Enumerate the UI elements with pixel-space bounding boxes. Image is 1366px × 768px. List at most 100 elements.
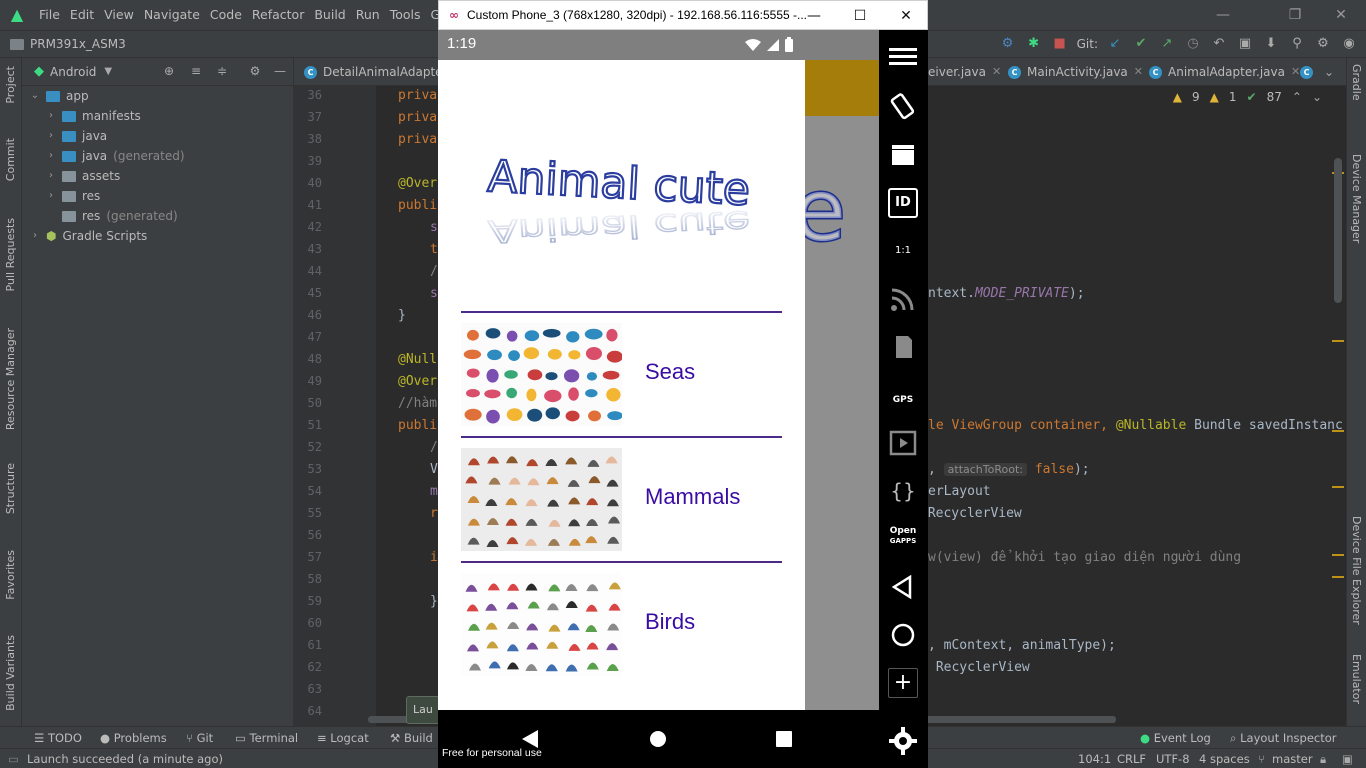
tab-overflow-icon[interactable]: C [1300,58,1313,86]
vertical-scrollbar[interactable] [1334,158,1342,303]
status-message[interactable]: Launch succeeded (a minute ago) [27,749,223,768]
rotate-icon[interactable] [888,92,918,122]
code-icon[interactable]: {} [888,476,918,506]
close-icon[interactable]: ✕ [1291,58,1300,86]
category-item-seas[interactable]: Seas [461,323,782,426]
category-item-mammals[interactable]: Mammals [461,448,782,551]
chevron-right-icon[interactable]: › [30,226,40,246]
menu-view[interactable]: View [99,0,139,30]
tab-terminal[interactable]: ▭ Terminal [235,727,298,749]
tab-commit[interactable]: Commit [4,138,17,181]
back-icon[interactable] [888,572,918,602]
chevron-right-icon[interactable]: › [46,126,56,146]
tab-detail-animal-adapter[interactable]: C DetailAnimalAdapter.j [304,58,454,86]
locate-icon[interactable]: ⊕ [162,64,176,78]
debug-icon[interactable]: ✱ [1025,35,1043,53]
tree-item-res[interactable]: › res [46,186,100,206]
stop-icon[interactable]: ■ [1051,35,1069,53]
tab-structure[interactable]: Structure [4,463,17,514]
chevron-up-icon[interactable]: ⌃ [1292,90,1302,104]
ide-minimize-button[interactable]: — [1200,0,1246,30]
tab-build-variants[interactable]: Build Variants [4,635,17,711]
close-icon[interactable]: ✕ [992,58,1001,86]
chevron-right-icon[interactable]: › [46,166,56,186]
device-id-icon[interactable]: ID [888,188,918,218]
tab-resource-manager[interactable]: Resource Manager [4,328,17,430]
emulator-maximize-button[interactable]: ☐ [837,1,883,31]
rollback-icon[interactable]: ↶ [1210,35,1228,53]
emulator-close-button[interactable]: ✕ [883,1,929,31]
ide-restore-button[interactable]: ❐ [1272,0,1318,30]
tab-favorites[interactable]: Favorites [4,550,17,600]
ide-close-button[interactable]: ✕ [1318,0,1364,30]
emulator-minimize-button[interactable]: — [791,1,837,31]
record-icon[interactable] [888,428,918,458]
category-item-birds[interactable]: Birds [461,573,782,676]
tab-problems[interactable]: ● Problems [100,727,167,749]
sdk-manager-icon[interactable]: ⬇ [1262,35,1280,53]
menu-tools[interactable]: Tools [385,0,426,30]
tab-main-activity[interactable]: C MainActivity.java ✕ [1008,58,1143,86]
tree-item-app[interactable]: ⌄ app [30,86,89,106]
chevron-right-icon[interactable]: › [46,106,56,126]
menu-icon[interactable] [888,42,918,72]
home-icon[interactable] [888,620,918,650]
recents-icon[interactable] [775,730,793,748]
tab-event-log[interactable]: ● Event Log [1140,727,1211,749]
tab-todo[interactable]: ☰ TODO [34,727,82,749]
tab-build[interactable]: ⚒ Build [390,727,433,749]
collapse-all-icon[interactable]: ≑ [215,64,229,78]
tree-item-gradle-scripts[interactable]: › ⬢ Gradle Scripts [30,226,147,246]
add-icon[interactable]: + [888,668,918,698]
lock-icon[interactable]: 🔒︎ [1320,749,1326,768]
git-update-icon[interactable]: ↙ [1106,35,1124,53]
expand-all-icon[interactable]: ≡ [189,64,203,78]
profile-icon[interactable]: ◉ [1340,35,1358,53]
history-icon[interactable]: ◷ [1184,35,1202,53]
menu-file[interactable]: File [34,0,65,30]
screenshot-icon[interactable] [888,140,918,170]
settings-icon[interactable] [888,726,918,756]
line-separator[interactable]: CRLF [1117,749,1146,768]
menu-refactor[interactable]: Refactor [247,0,309,30]
chevron-down-icon[interactable]: ⌄ [1324,58,1334,86]
back-icon[interactable] [520,729,540,749]
tree-item-res-generated[interactable]: res (generated) [46,206,178,226]
menu-edit[interactable]: Edit [65,0,99,30]
open-gapps-icon[interactable]: Open GAPPS [888,526,918,556]
project-view-selector[interactable]: Android [50,65,96,79]
breadcrumb[interactable]: PRM391x_ASM3 [10,37,126,51]
tab-device-manager[interactable]: Device Manager [1350,154,1363,243]
attach-debugger-icon[interactable]: ⚙ [999,35,1017,53]
menu-navigate[interactable]: Navigate [139,0,205,30]
caret-position[interactable]: 104:1 [1078,749,1111,768]
chevron-right-icon[interactable]: › [46,186,56,206]
chevron-down-icon[interactable]: ⌄ [1312,90,1322,104]
file-encoding[interactable]: UTF-8 [1156,749,1190,768]
close-icon[interactable]: ✕ [1134,58,1143,86]
memory-icon[interactable]: ▣ [1342,749,1353,768]
tab-emulator[interactable]: Emulator [1350,654,1363,704]
sim-icon[interactable] [888,332,918,362]
git-branch[interactable]: master [1272,749,1313,768]
gps-icon[interactable]: GPS [888,380,918,410]
inspection-widget[interactable]: ▲ 9 ▲ 1 ✔ 87 ⌃ ⌄ [1173,90,1322,104]
menu-run[interactable]: Run [351,0,385,30]
tab-pull-requests[interactable]: Pull Requests [4,218,17,291]
cast-icon[interactable] [888,284,918,314]
chevron-down-icon[interactable]: ▼ [104,66,112,77]
tree-item-java-generated[interactable]: › java (generated) [46,146,185,166]
hide-icon[interactable]: — [273,64,287,78]
chevron-down-icon[interactable]: ⌄ [30,86,40,106]
one-to-one-icon[interactable]: 1:1 [888,236,918,266]
tab-logcat[interactable]: ≡ Logcat [317,727,369,749]
tab-receiver[interactable]: eiver.java ✕ [928,58,1001,86]
tree-item-assets[interactable]: › assets [46,166,120,186]
tab-layout-inspector[interactable]: ⌕ Layout Inspector [1230,727,1337,749]
gear-icon[interactable]: ⚙ [248,64,262,78]
tab-git[interactable]: ⑂ Git [186,727,213,749]
tab-gradle[interactable]: Gradle [1350,64,1363,101]
chevron-right-icon[interactable]: › [46,146,56,166]
tree-item-java[interactable]: › java [46,126,107,146]
tab-animal-adapter[interactable]: C AnimalAdapter.java ✕ [1149,58,1300,86]
